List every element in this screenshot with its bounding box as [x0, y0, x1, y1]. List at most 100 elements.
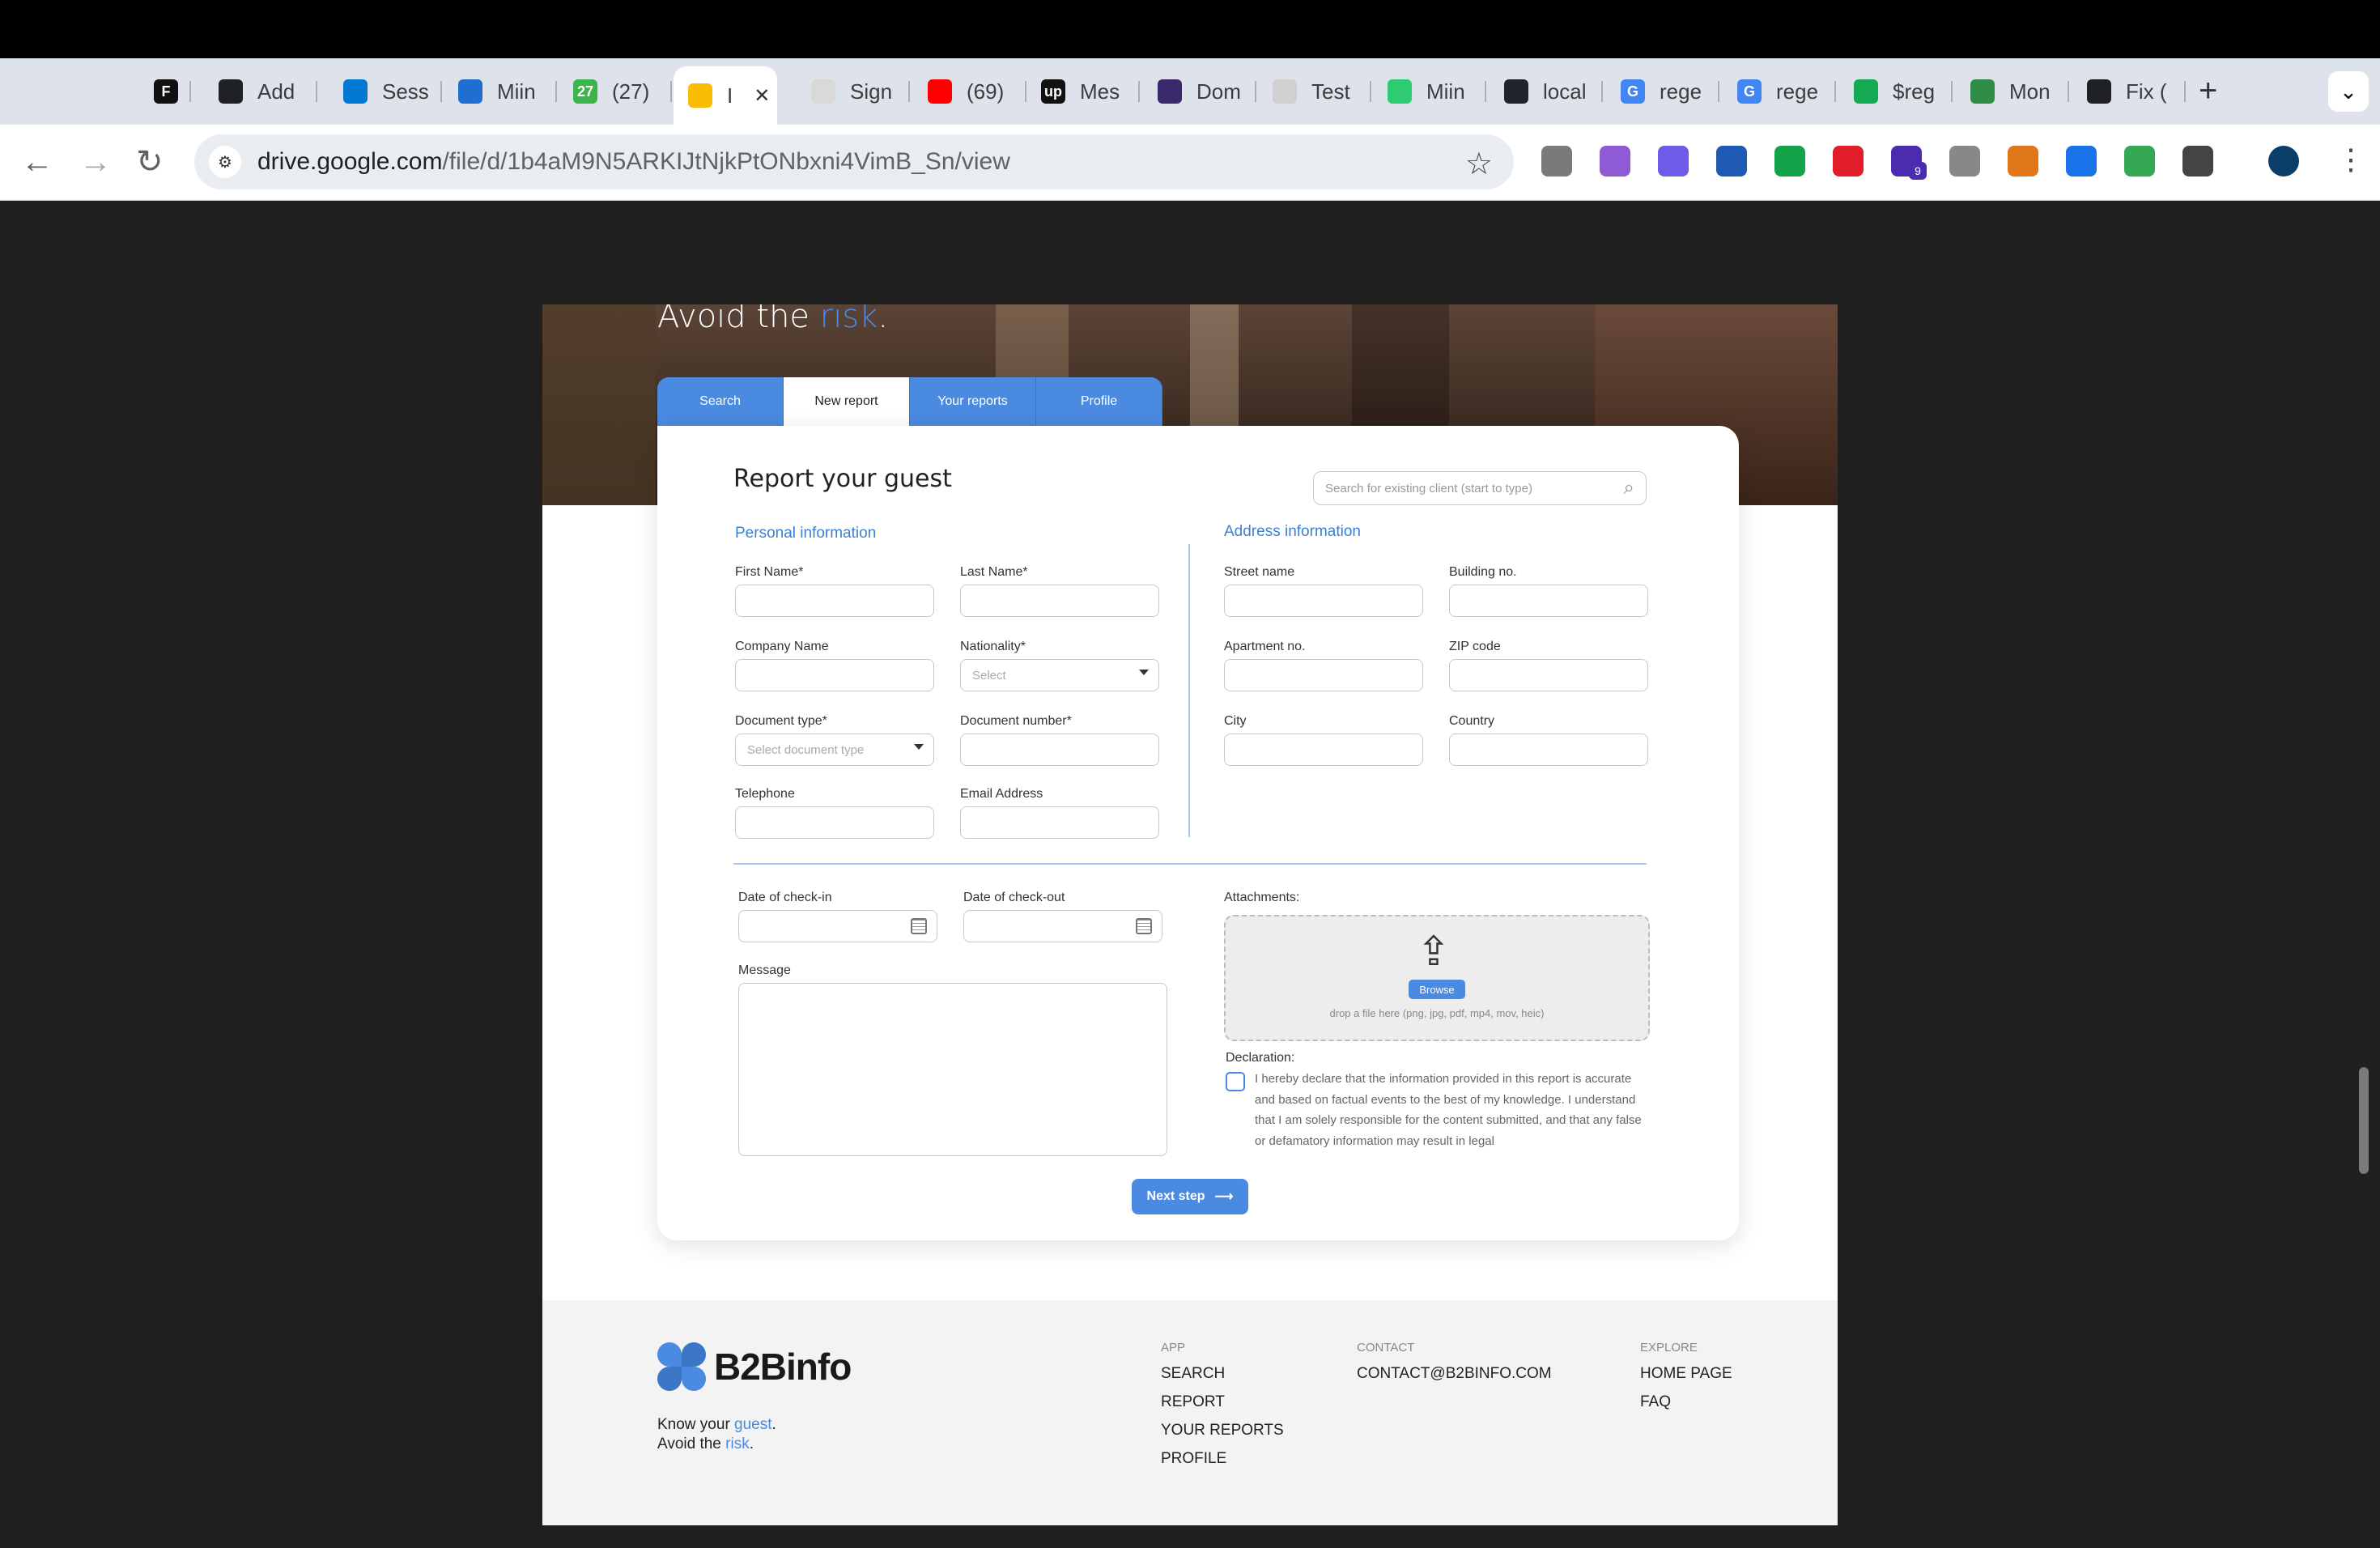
footer-contact-email[interactable]: CONTACT@B2BINFO.COM	[1357, 1365, 1552, 1383]
metamask-extension-icon[interactable]	[2008, 146, 2038, 176]
last-name-field[interactable]	[960, 585, 1159, 617]
browser-tab[interactable]: F	[139, 70, 191, 113]
browse-button[interactable]: Browse	[1409, 980, 1465, 999]
tab-favicon-icon	[688, 83, 712, 108]
browser-tab[interactable]: I ✕	[674, 66, 777, 125]
footer-link-home[interactable]: HOME PAGE	[1640, 1365, 1732, 1383]
zip-field[interactable]	[1449, 659, 1648, 691]
company-name-field[interactable]	[735, 659, 934, 691]
calendar-icon[interactable]	[911, 918, 927, 934]
browser-tab[interactable]: up Mes	[1026, 70, 1140, 113]
site-info-icon[interactable]: ⚙	[209, 146, 241, 178]
puzzle-purple-extension-icon[interactable]	[1658, 146, 1689, 176]
browser-tab[interactable]: 27 (27)	[559, 70, 672, 113]
tab-favicon-icon: up	[1041, 79, 1065, 104]
extensions-puzzle-icon[interactable]	[2182, 146, 2213, 176]
tab-favicon-icon	[1504, 79, 1528, 104]
footer-link-faq[interactable]: FAQ	[1640, 1393, 1671, 1411]
next-step-button[interactable]: Next step ⟶	[1132, 1179, 1248, 1214]
footer-link-profile[interactable]: PROFILE	[1161, 1450, 1226, 1468]
lightning-extension-icon[interactable]	[1541, 146, 1572, 176]
nationality-select[interactable]: Select	[960, 659, 1159, 691]
address-bar[interactable]: ⚙ drive.google.com/file/d/1b4aM9N5ARKIJt…	[194, 134, 1514, 189]
logo-mark-icon	[657, 1342, 706, 1391]
viewer-scrollbar[interactable]	[2359, 1067, 2369, 1174]
bookmark-star-icon[interactable]: ☆	[1465, 146, 1493, 182]
browser-tab[interactable]: Miin	[444, 70, 557, 113]
tab-favicon-icon: G	[1621, 79, 1645, 104]
browser-tab[interactable]: Mon	[1956, 70, 2069, 113]
document-number-field[interactable]	[960, 734, 1159, 766]
tab-your-reports[interactable]: Your reports	[910, 377, 1036, 426]
footer-link-report[interactable]: REPORT	[1161, 1393, 1225, 1411]
adblock-extension-icon[interactable]	[1833, 146, 1864, 176]
tab-label: Mon	[2009, 79, 2051, 104]
browser-tab[interactable]: Miin	[1373, 70, 1486, 113]
browser-tab[interactable]: Grege	[1723, 70, 1836, 113]
footer-contact-heading: CONTACT	[1357, 1341, 1415, 1354]
tab-favicon-icon: 27	[573, 79, 597, 104]
browser-tab[interactable]: Add	[204, 70, 317, 113]
tab-label: I	[727, 83, 733, 108]
brand-logo[interactable]: B2Binfo	[657, 1342, 852, 1391]
declaration-checkbox[interactable]	[1226, 1072, 1245, 1091]
footer-link-search[interactable]: SEARCH	[1161, 1365, 1225, 1383]
browser-tab[interactable]: Dom	[1143, 70, 1256, 113]
close-tab-icon[interactable]: ✕	[754, 84, 770, 108]
city-field[interactable]	[1224, 734, 1423, 766]
window-titlebar	[0, 0, 2380, 58]
footer-link-your-reports[interactable]: YOUR REPORTS	[1161, 1422, 1284, 1440]
building-field[interactable]	[1449, 585, 1648, 617]
telephone-label: Telephone	[735, 787, 795, 801]
street-label: Street name	[1224, 565, 1295, 579]
arrow-right-icon: ⟶	[1214, 1190, 1234, 1204]
profile-avatar-icon[interactable]	[2268, 146, 2299, 176]
browser-tab[interactable]: (69)	[913, 70, 1026, 113]
tab-favicon-icon	[2087, 79, 2111, 104]
file-dropzone[interactable]: ⇪ Browse drop a file here (png, jpg, pdf…	[1224, 915, 1650, 1041]
tab-search-button[interactable]: ⌄	[2328, 71, 2369, 112]
first-name-field[interactable]	[735, 585, 934, 617]
apartment-field[interactable]	[1224, 659, 1423, 691]
country-field[interactable]	[1449, 734, 1648, 766]
browser-tab[interactable]: local	[1490, 70, 1603, 113]
reload-button[interactable]: ↻	[136, 144, 164, 180]
city-label: City	[1224, 714, 1247, 728]
calendar-icon[interactable]	[1136, 918, 1152, 934]
tab-favicon-icon	[1970, 79, 1995, 104]
url-text[interactable]: drive.google.com/file/d/1b4aM9N5ARKIJtNj…	[257, 148, 1010, 176]
building-label: Building no.	[1449, 565, 1517, 579]
browser-menu-icon[interactable]: ⋮	[2336, 142, 2365, 176]
tab-label: Miin	[1426, 79, 1465, 104]
search-icon: ⌕	[1623, 477, 1634, 499]
street-field[interactable]	[1224, 585, 1423, 617]
browser-tab[interactable]: Fix (	[2072, 70, 2186, 113]
tab-profile[interactable]: Profile	[1036, 377, 1162, 426]
tab-favicon-icon	[343, 79, 368, 104]
checkout-date-field[interactable]	[963, 910, 1162, 942]
browser-tab[interactable]: Grege	[1606, 70, 1719, 113]
c-extension-icon[interactable]	[1949, 146, 1980, 176]
new-tab-button[interactable]: +	[2199, 74, 2217, 107]
coupon-extension-icon[interactable]	[2124, 146, 2155, 176]
email-field[interactable]	[960, 806, 1159, 839]
tab-search[interactable]: Search	[657, 377, 784, 426]
declaration-label: Declaration:	[1226, 1051, 1295, 1065]
browser-tab[interactable]: Sign	[797, 70, 910, 113]
telephone-field[interactable]	[735, 806, 934, 839]
browser-tab[interactable]: Test	[1258, 70, 1371, 113]
client-search-input[interactable]: Search for existing client (start to typ…	[1313, 471, 1647, 505]
browser-tab[interactable]: Sess	[329, 70, 442, 113]
tab-new-report[interactable]: New report	[784, 377, 910, 426]
document-type-select[interactable]: Select document type	[735, 734, 934, 766]
message-textarea[interactable]	[738, 983, 1167, 1156]
pen-extension-icon[interactable]	[1600, 146, 1630, 176]
forward-button[interactable]: →	[79, 144, 112, 180]
back-button[interactable]: ←	[21, 144, 53, 180]
grammarly-extension-icon[interactable]	[1774, 146, 1805, 176]
browser-tab[interactable]: $reg	[1839, 70, 1953, 113]
shield-extension-icon[interactable]	[1716, 146, 1747, 176]
checkin-date-field[interactable]	[738, 910, 937, 942]
pdf-page: Avoid the risk. Search New report Your r…	[542, 304, 1838, 1525]
tag-extension-icon[interactable]	[2066, 146, 2097, 176]
